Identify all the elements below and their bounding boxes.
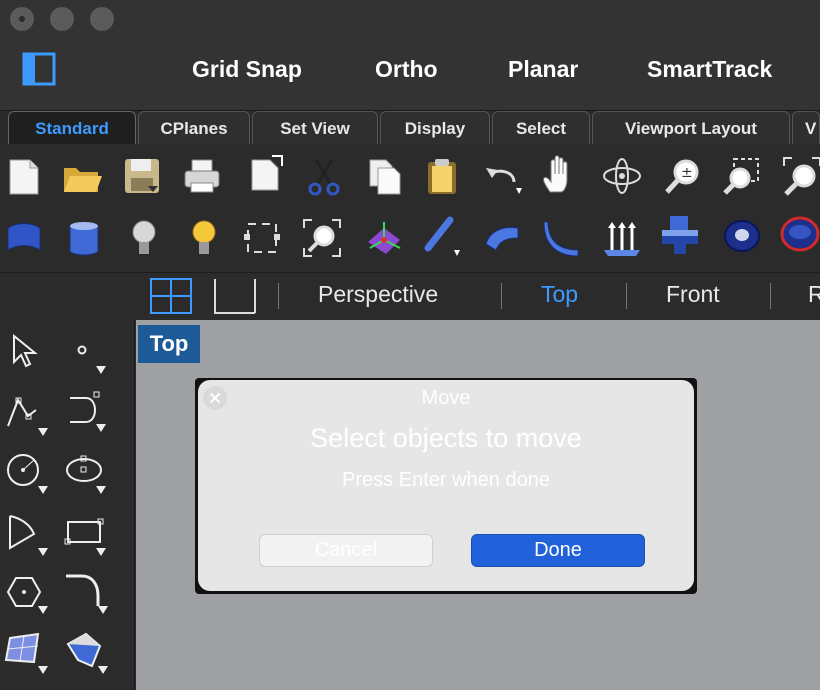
select-frame-icon[interactable] [242, 218, 282, 258]
zoom-icon[interactable]: ± [664, 156, 704, 196]
viewport-tab-separator [770, 283, 771, 309]
viewport-tab-separator [278, 283, 279, 309]
sweep-icon[interactable] [64, 630, 108, 674]
title-bar [0, 0, 820, 110]
grid-snap-toggle[interactable]: Grid Snap [192, 56, 302, 83]
viewport-tab-right[interactable]: R [808, 281, 820, 308]
extrude-surface-icon[interactable] [64, 218, 104, 258]
polygon-icon[interactable] [4, 570, 48, 614]
close-window-button[interactable] [10, 7, 34, 31]
zoom-window-button[interactable] [90, 7, 114, 31]
light-bulb-icon[interactable] [124, 218, 164, 258]
tab-set-view[interactable]: Set View [252, 111, 378, 144]
tab-select[interactable]: Select [492, 111, 590, 144]
ellipse-icon[interactable] [64, 450, 108, 494]
smarttrack-toggle[interactable]: SmartTrack [647, 56, 772, 83]
viewport-tab-separator [501, 283, 502, 309]
save-icon[interactable] [122, 156, 162, 196]
pipe-tool-icon[interactable] [422, 216, 462, 256]
ring-icon[interactable] [780, 214, 820, 254]
ortho-toggle[interactable]: Ortho [375, 56, 438, 83]
surface-patch-icon[interactable] [4, 218, 44, 258]
normals-icon[interactable] [602, 218, 642, 258]
select-arrow-icon[interactable] [4, 330, 48, 374]
zoom-extents-icon[interactable] [782, 156, 820, 196]
planar-toggle[interactable]: Planar [508, 56, 578, 83]
light-bulb-lit-icon[interactable] [184, 218, 224, 258]
curve-icon[interactable] [542, 218, 582, 258]
dialog-prompt: Select objects to move [310, 423, 582, 453]
minimize-window-button[interactable] [50, 7, 74, 31]
print-icon[interactable] [182, 156, 222, 196]
tab-viewport-layout[interactable]: Viewport Layout [592, 111, 790, 144]
tab-cplanes[interactable]: CPlanes [138, 111, 250, 144]
polyline-icon[interactable] [4, 392, 48, 436]
palette-header [0, 272, 134, 321]
surface-icon[interactable] [4, 630, 48, 674]
import-icon[interactable] [246, 152, 286, 192]
viewport-tab-top[interactable]: Top [541, 281, 578, 308]
four-viewports-icon[interactable] [150, 278, 192, 314]
viewport-title[interactable]: Top [138, 325, 200, 363]
copy-icon[interactable] [364, 156, 404, 196]
single-viewport-icon[interactable] [214, 278, 256, 314]
fillet-icon[interactable] [64, 570, 108, 614]
circle-icon[interactable] [4, 450, 48, 494]
viewport-tab-perspective[interactable]: Perspective [318, 281, 438, 308]
cut-icon[interactable] [304, 156, 344, 196]
open-folder-icon[interactable] [62, 156, 102, 196]
zoom-window-icon[interactable] [722, 156, 762, 196]
dialog-hint: Press Enter when done [342, 469, 550, 491]
point-icon[interactable] [64, 330, 108, 374]
cancel-button[interactable]: Cancel [259, 534, 433, 567]
zoom-selected-icon[interactable] [302, 218, 342, 258]
viewport-tab-front[interactable]: Front [666, 281, 720, 308]
done-button[interactable]: Done [471, 534, 645, 567]
bend-icon[interactable] [482, 218, 522, 258]
sidebar-toggle-icon[interactable] [22, 52, 56, 86]
dialog-title: Move [421, 387, 471, 409]
tab-display[interactable]: Display [380, 111, 490, 144]
boolean-icon[interactable] [660, 214, 700, 254]
undo-icon[interactable] [482, 156, 522, 196]
curve-icon[interactable] [64, 388, 108, 432]
gumball-icon[interactable] [364, 218, 404, 258]
arc-icon[interactable] [4, 512, 48, 556]
pan-hand-icon[interactable] [540, 154, 580, 194]
svg-text:±: ± [681, 165, 693, 181]
torus-icon[interactable] [722, 216, 762, 256]
paste-icon[interactable] [422, 156, 462, 196]
new-file-icon[interactable] [4, 156, 44, 196]
rotate-view-icon[interactable] [602, 156, 642, 196]
rectangle-icon[interactable] [64, 512, 108, 556]
tab-standard[interactable]: Standard [8, 111, 136, 144]
tab-overflow[interactable]: V [792, 111, 820, 144]
viewport-tab-separator [626, 283, 627, 309]
